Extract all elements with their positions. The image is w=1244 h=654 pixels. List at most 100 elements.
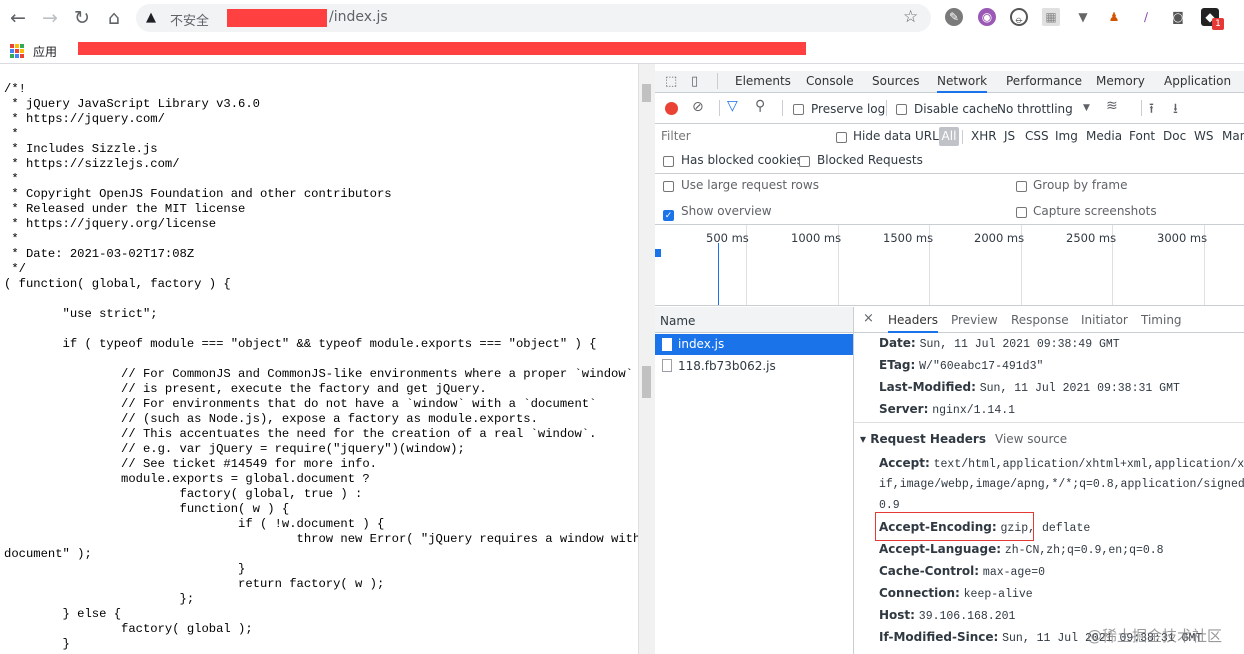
- security-label[interactable]: 不安全: [170, 10, 209, 29]
- filter-icon[interactable]: ▽: [727, 98, 738, 114]
- type-filter-all[interactable]: All: [939, 127, 959, 146]
- code-line: ( function( global, factory ) {: [4, 277, 231, 291]
- code-line: * https://sizzlejs.com/: [4, 157, 180, 171]
- tab-timing[interactable]: Timing: [1141, 313, 1182, 327]
- extension-icon[interactable]: ▼: [1074, 8, 1092, 26]
- timeline-label: 1500 ms: [883, 231, 934, 245]
- code-line: // e.g. var jQuery = require("jquery")(w…: [4, 442, 465, 456]
- name-header[interactable]: Name: [655, 307, 853, 333]
- tab-response[interactable]: Response: [1011, 313, 1069, 327]
- type-filter-media[interactable]: Media: [1086, 129, 1122, 143]
- blocked-cookies-label[interactable]: Has blocked cookies: [681, 153, 803, 167]
- home-icon[interactable]: ⌂: [102, 6, 126, 30]
- type-filter-font[interactable]: Font: [1129, 129, 1155, 143]
- tab-elements[interactable]: Elements: [735, 74, 791, 88]
- url-path[interactable]: /index.js: [329, 9, 388, 25]
- group-by-frame-label[interactable]: Group by frame: [1033, 178, 1127, 192]
- search-icon[interactable]: ⚲: [755, 98, 765, 114]
- apps-grid-icon[interactable]: [10, 44, 24, 58]
- code-line: factory( global, true ) :: [4, 487, 363, 501]
- request-row[interactable]: 118.fb73b062.js: [655, 355, 853, 377]
- preserve-log-label[interactable]: Preserve log: [811, 102, 885, 116]
- code-line: *: [4, 172, 19, 186]
- network-toolbar: ⊘ ▽ ⚲ Preserve log Disable cache No thro…: [655, 94, 1244, 124]
- apps-link[interactable]: 应用: [33, 43, 57, 60]
- overview-timeline[interactable]: 500 ms 1000 ms 1500 ms 2000 ms 2500 ms 3…: [655, 224, 1244, 306]
- show-overview-label[interactable]: Show overview: [681, 204, 772, 218]
- request-row-selected[interactable]: index.js: [655, 334, 853, 355]
- header-key: Accept-Language:: [879, 542, 1002, 556]
- extension-icon[interactable]: ♟: [1105, 8, 1123, 26]
- inspect-icon[interactable]: ⬚: [665, 74, 677, 89]
- large-rows-checkbox[interactable]: [663, 180, 674, 194]
- header-etag: ETag: W/"60eabc17-491d3": [879, 358, 1043, 373]
- warning-icon[interactable]: ▲: [146, 10, 156, 25]
- show-overview-checkbox[interactable]: ✓: [663, 206, 674, 221]
- header-key: Date:: [879, 336, 916, 350]
- request-headers-title[interactable]: ▾ Request Headers: [860, 432, 986, 446]
- preserve-log-checkbox[interactable]: [793, 103, 804, 117]
- code-line: */: [4, 262, 26, 276]
- scroll-thumb[interactable]: [642, 84, 651, 102]
- hide-data-urls-checkbox[interactable]: [836, 131, 847, 145]
- disable-cache-label[interactable]: Disable cache: [914, 102, 998, 116]
- tab-headers[interactable]: Headers: [888, 313, 938, 333]
- extension-icon[interactable]: ✎: [945, 8, 963, 26]
- forward-icon[interactable]: →: [38, 6, 62, 30]
- divider: [782, 100, 783, 116]
- header-key: Server:: [879, 402, 929, 416]
- close-icon[interactable]: ×: [863, 311, 874, 326]
- type-filter-js[interactable]: JS: [1004, 129, 1015, 143]
- extension-icon[interactable]: ◉: [978, 8, 996, 26]
- capture-screenshots-label[interactable]: Capture screenshots: [1033, 204, 1157, 218]
- camera-icon[interactable]: ◙: [1169, 8, 1187, 26]
- clear-icon[interactable]: ⊘: [692, 99, 704, 115]
- throttling-select[interactable]: No throttling: [997, 102, 1073, 116]
- disable-cache-checkbox[interactable]: [896, 103, 907, 117]
- blocked-requests-checkbox[interactable]: [799, 155, 810, 169]
- watermark: @稀土掘金技术社区: [1087, 627, 1223, 645]
- address-bar[interactable]: ▲ 不安全 /index.js ☆: [136, 4, 931, 32]
- code-line: // (such as Node.js), expose a factory a…: [4, 412, 538, 426]
- code-line: module.exports = global.document ?: [4, 472, 370, 486]
- tab-performance[interactable]: Performance: [1006, 74, 1082, 88]
- type-filter-doc[interactable]: Doc: [1163, 129, 1186, 143]
- large-rows-label[interactable]: Use large request rows: [681, 178, 819, 192]
- extension-icon[interactable]: ∕: [1137, 8, 1155, 26]
- tab-memory[interactable]: Memory: [1096, 74, 1145, 88]
- tab-sources[interactable]: Sources: [872, 74, 919, 88]
- tab-console[interactable]: Console: [806, 74, 854, 88]
- scroll-marker[interactable]: [642, 366, 651, 398]
- type-filter-xhr[interactable]: XHR: [971, 129, 997, 143]
- tab-application[interactable]: Application: [1164, 74, 1231, 88]
- capture-screenshots-checkbox[interactable]: [1016, 206, 1027, 220]
- export-har-icon[interactable]: ⭳: [1173, 98, 1178, 122]
- extension-icon[interactable]: ▦: [1042, 8, 1060, 26]
- chevron-down-icon[interactable]: ▼: [1083, 103, 1090, 113]
- network-conditions-icon[interactable]: ≋: [1106, 98, 1118, 114]
- filter-input[interactable]: [657, 126, 823, 146]
- type-filter-ws[interactable]: WS: [1194, 129, 1213, 143]
- tab-initiator[interactable]: Initiator: [1081, 313, 1128, 327]
- tab-preview[interactable]: Preview: [951, 313, 998, 327]
- header-accept-encoding: Accept-Encoding: gzip, deflate: [879, 520, 1090, 535]
- blocked-cookies-checkbox[interactable]: [663, 155, 674, 169]
- tab-network[interactable]: Network: [937, 74, 988, 93]
- hide-data-urls-label[interactable]: Hide data URLs: [853, 129, 945, 143]
- group-by-frame-checkbox[interactable]: [1016, 180, 1027, 194]
- bookmark-star-icon[interactable]: ☆: [903, 7, 918, 27]
- reload-icon[interactable]: ↻: [70, 6, 94, 30]
- vertical-scrollbar[interactable]: [638, 64, 655, 654]
- type-filter-img[interactable]: Img: [1055, 129, 1078, 143]
- view-source-link[interactable]: View source: [995, 432, 1067, 446]
- header-accept: Accept: text/html,application/xhtml+xml,…: [879, 456, 1244, 471]
- extension-icon[interactable]: ⦵: [1010, 8, 1028, 26]
- back-icon[interactable]: ←: [6, 6, 30, 30]
- device-toggle-icon[interactable]: ▯: [691, 74, 698, 89]
- type-filter-manifest[interactable]: Man: [1222, 129, 1244, 143]
- record-icon[interactable]: [665, 102, 678, 115]
- blocked-requests-label[interactable]: Blocked Requests: [817, 153, 923, 167]
- type-filter-css[interactable]: CSS: [1025, 129, 1049, 143]
- import-har-icon[interactable]: ⭱: [1149, 98, 1154, 122]
